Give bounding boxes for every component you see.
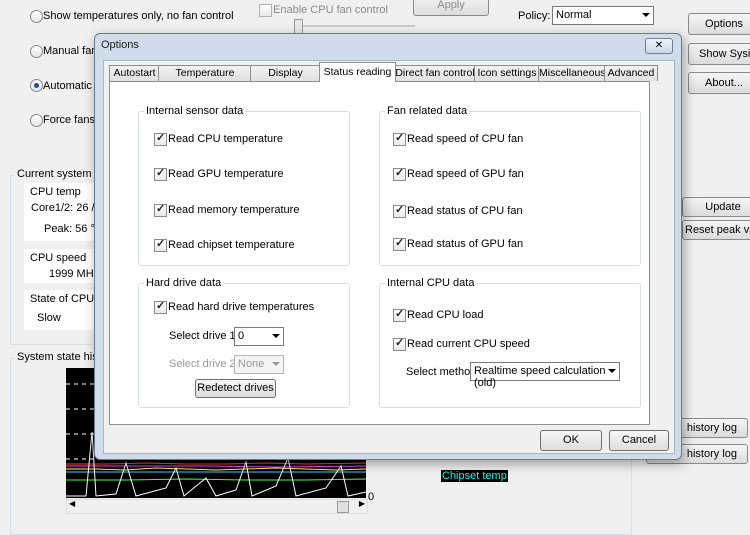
cpu-temp-value: Core1/2: 26 / 2 <box>31 202 104 214</box>
select-method[interactable]: Realtime speed calculation (old) <box>470 362 620 389</box>
chevron-down-icon <box>272 334 280 338</box>
internal-cpu-title: Internal CPU data <box>385 277 477 289</box>
radio-force[interactable] <box>30 114 43 127</box>
radio-temps-only-label: Show temperatures only, no fan control <box>43 10 234 22</box>
cpu-fan-state-value: Slow <box>37 312 61 324</box>
reset-peak-button[interactable]: Reset peak valu <box>682 220 750 240</box>
read-memory-temp-label: Read memory temperature <box>168 204 300 216</box>
read-cpu-speed-checkbox[interactable] <box>393 336 406 351</box>
fan-slider-track <box>295 25 415 27</box>
apply-button[interactable]: Apply <box>413 0 489 16</box>
select-drive-2-value: None <box>238 358 265 370</box>
read-cpu-temp-checkbox[interactable] <box>154 131 167 146</box>
tab-direct-fan-control[interactable]: Direct fan control <box>394 65 476 81</box>
read-hdd-temps-label: Read hard drive temperatures <box>168 301 315 313</box>
select-drive-2[interactable]: None <box>234 355 284 374</box>
tab-icon-settings[interactable]: Icon settings <box>474 65 540 81</box>
read-cpu-fan-speed-label: Read speed of CPU fan <box>407 133 524 145</box>
close-icon[interactable]: ✕ <box>645 38 673 54</box>
cancel-button[interactable]: Cancel <box>609 430 669 451</box>
read-cpu-load-label: Read CPU load <box>407 309 484 321</box>
enable-cpu-fan-label: Enable CPU fan control <box>273 4 388 16</box>
chevron-down-icon <box>608 369 616 373</box>
options-button[interactable]: Options <box>688 13 750 35</box>
read-cpu-fan-status-label: Read status of CPU fan <box>407 205 523 217</box>
policy-value: Normal <box>556 9 592 21</box>
dialog-body: Autostart Temperature control Display op… <box>103 60 675 454</box>
radio-manual[interactable] <box>30 45 43 58</box>
read-gpu-fan-speed-label: Read speed of GPU fan <box>407 168 524 180</box>
read-cpu-fan-status-checkbox[interactable] <box>393 203 406 218</box>
policy-select[interactable]: Normal <box>552 6 654 25</box>
graph-scrollbar[interactable]: ◀ ▶ <box>66 499 368 514</box>
tab-autostart[interactable]: Autostart <box>109 65 160 81</box>
select-method-label: Select method: <box>406 366 480 378</box>
cpu-speed-label: CPU speed <box>30 252 87 264</box>
options-dialog: Options ✕ Autostart Temperature control … <box>94 33 682 460</box>
tab-temperature-control[interactable]: Temperature control <box>158 65 252 94</box>
read-gpu-fan-status-checkbox[interactable] <box>393 236 406 251</box>
read-cpu-load-checkbox[interactable] <box>393 307 406 322</box>
read-cpu-speed-label: Read current CPU speed <box>407 338 530 350</box>
radio-temps-only[interactable] <box>30 10 43 23</box>
internal-sensor-title: Internal sensor data <box>144 105 246 117</box>
read-gpu-fan-status-label: Read status of GPU fan <box>407 238 524 250</box>
show-sysinfo-button[interactable]: Show Sysinfo <box>688 43 750 65</box>
chevron-down-icon <box>642 13 650 17</box>
tab-display-options[interactable]: Display options <box>250 65 321 94</box>
about-button[interactable]: About... <box>688 72 750 94</box>
select-drive-1-label: Select drive 1: <box>169 330 239 342</box>
tab-miscellaneous[interactable]: Miscellaneous <box>538 65 606 81</box>
cpu-speed-value: 1999 MHz <box>49 268 100 280</box>
read-chipset-temp-label: Read chipset temperature <box>168 239 295 251</box>
read-memory-temp-checkbox[interactable] <box>154 202 167 217</box>
fan-slider-thumb[interactable] <box>294 19 303 34</box>
scroll-left-icon[interactable]: ◀ <box>69 499 75 508</box>
read-chipset-temp-checkbox[interactable] <box>154 237 167 252</box>
radio-automatic[interactable] <box>30 79 43 92</box>
read-cpu-fan-speed-checkbox[interactable] <box>393 131 406 146</box>
tab-status-reading[interactable]: Status reading <box>319 62 396 82</box>
status-reading-page: Internal sensor data Read CPU temperatur… <box>109 81 650 425</box>
chevron-down-icon <box>272 362 280 366</box>
select-drive-1[interactable]: 0 <box>234 327 284 346</box>
read-cpu-temp-label: Read CPU temperature <box>168 133 283 145</box>
select-method-value: Realtime speed calculation (old) <box>474 365 606 389</box>
chipset-temp-legend: Chipset temp <box>441 470 508 482</box>
policy-label: Policy: <box>518 10 551 22</box>
read-hdd-temps-checkbox[interactable] <box>154 299 167 314</box>
ok-button[interactable]: OK <box>540 430 602 451</box>
select-drive-2-label: Select drive 2: <box>169 358 239 370</box>
scroll-right-icon[interactable]: ▶ <box>359 499 365 508</box>
select-drive-1-value: 0 <box>238 330 245 342</box>
scroll-thumb[interactable] <box>337 501 349 513</box>
redetect-drives-button[interactable]: Redetect drives <box>195 379 276 398</box>
tab-advanced[interactable]: Advanced <box>604 65 658 81</box>
read-gpu-temp-checkbox[interactable] <box>154 166 167 181</box>
fan-related-title: Fan related data <box>385 105 470 117</box>
read-gpu-temp-label: Read GPU temperature <box>168 168 284 180</box>
cpu-temp-label: CPU temp <box>30 186 81 198</box>
dialog-title: Options <box>101 39 139 51</box>
graph-zero-label: 0 <box>368 491 375 503</box>
update-button[interactable]: Update <box>682 197 750 217</box>
hard-drive-title: Hard drive data <box>144 277 224 289</box>
read-gpu-fan-speed-checkbox[interactable] <box>393 166 406 181</box>
enable-cpu-fan-checkbox[interactable] <box>259 4 272 17</box>
